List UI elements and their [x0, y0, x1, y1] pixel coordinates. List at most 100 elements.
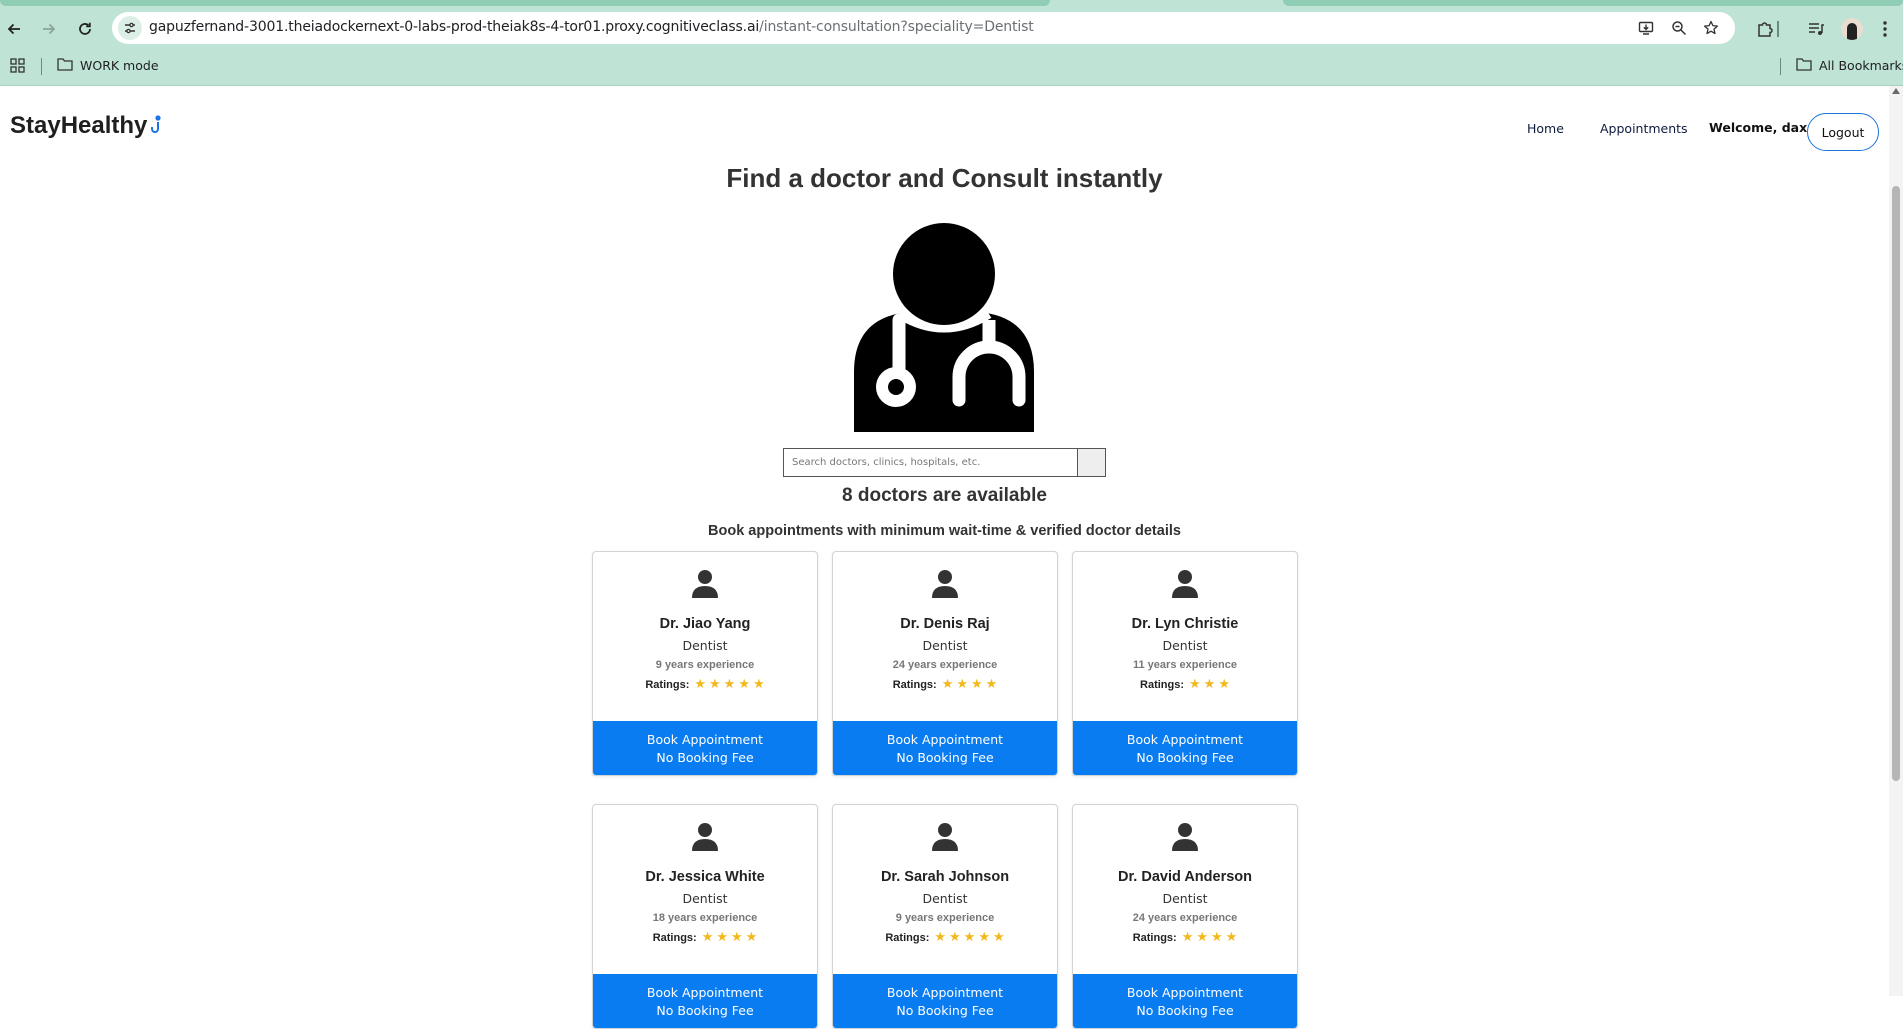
- doctor-speciality: Dentist: [682, 891, 728, 906]
- profile-avatar[interactable]: [1839, 16, 1865, 42]
- doctor-card: Dr. Lyn Christie Dentist 11 years experi…: [1072, 551, 1298, 776]
- tab-indicator: [1283, 0, 1903, 6]
- zoom-icon[interactable]: [1668, 17, 1690, 39]
- booking-fee-label: No Booking Fee: [1136, 1003, 1234, 1018]
- bookmark-folder-label: WORK mode: [80, 58, 159, 73]
- star-icon: ★: [963, 930, 976, 945]
- user-icon: [1170, 822, 1200, 856]
- star-icon: ★: [1181, 930, 1194, 945]
- page-scrollbar[interactable]: [1889, 86, 1903, 996]
- star-icon: ★: [701, 930, 714, 945]
- site-navbar: StayHealthy Home Appointments Welcome, d…: [0, 87, 1903, 167]
- doctor-card: Dr. Jiao Yang Dentist 9 years experience…: [592, 551, 818, 776]
- url-text[interactable]: gapuzfernand-3001.theiadockernext-0-labs…: [149, 19, 1034, 35]
- rating-label: Ratings:: [892, 678, 937, 691]
- doctor-experience: 9 years experience: [655, 659, 755, 671]
- star-icon: ★: [738, 677, 750, 692]
- doctor-name: Dr. Denis Raj: [900, 616, 990, 632]
- doctor-speciality: Dentist: [922, 891, 968, 906]
- star-icon: ★: [971, 677, 983, 692]
- rating-label: Ratings:: [645, 678, 690, 691]
- install-app-icon[interactable]: [1635, 17, 1657, 39]
- star-icon: ★: [709, 677, 721, 692]
- doctor-experience: 18 years experience: [652, 912, 758, 924]
- reload-icon[interactable]: [72, 16, 98, 42]
- rating-label: Ratings:: [1140, 678, 1185, 691]
- book-appointment-label: Book Appointment: [1126, 985, 1244, 1000]
- rating-label: Ratings:: [885, 931, 930, 944]
- doctor-icon: [849, 219, 1039, 436]
- book-appointment-button[interactable]: Book Appointment No Booking Fee: [593, 974, 817, 1028]
- apps-grid-icon[interactable]: [10, 58, 25, 73]
- user-icon: [930, 822, 960, 856]
- star-icon: ★: [694, 677, 707, 692]
- doctor-experience: 9 years experience: [895, 912, 995, 924]
- rating-label: Ratings:: [1132, 931, 1177, 944]
- puzzle-icon[interactable]: [1752, 16, 1778, 42]
- star-icon: ★: [745, 930, 758, 945]
- doctor-card: Dr. David Anderson Dentist 24 years expe…: [1072, 804, 1298, 1029]
- page-subtitle: Book appointments with minimum wait-time…: [708, 523, 1181, 539]
- site-info-icon[interactable]: [118, 16, 142, 40]
- book-appointment-button[interactable]: Book Appointment No Booking Fee: [593, 721, 817, 775]
- book-appointment-button[interactable]: Book Appointment No Booking Fee: [833, 721, 1057, 775]
- doctor-rating: Ratings: ★ ★ ★ ★: [1073, 931, 1297, 944]
- book-appointment-label: Book Appointment: [886, 732, 1004, 747]
- book-appointment-label: Book Appointment: [646, 985, 764, 1000]
- star-icon: ★: [723, 677, 736, 692]
- book-appointment-button[interactable]: Book Appointment No Booking Fee: [1073, 721, 1297, 775]
- rating-label: Ratings:: [652, 931, 697, 944]
- all-bookmarks-button[interactable]: All Bookmarks: [1796, 57, 1903, 74]
- welcome-message: Welcome, dax: [1709, 120, 1808, 135]
- star-icon: ★: [1218, 677, 1230, 692]
- doctor-speciality: Dentist: [922, 638, 968, 653]
- star-icon: ★: [1196, 930, 1208, 945]
- bookmarks-divider: [41, 58, 42, 75]
- brand-logo[interactable]: StayHealthy: [10, 112, 162, 142]
- book-appointment-button[interactable]: Book Appointment No Booking Fee: [833, 974, 1057, 1028]
- url-path: /instant-consultation?speciality=Dentist: [759, 19, 1034, 35]
- kebab-menu-icon[interactable]: [1872, 16, 1898, 42]
- scroll-up-arrow[interactable]: [1892, 88, 1900, 94]
- star-icon[interactable]: [1700, 17, 1722, 39]
- brand-name: StayHealthy: [10, 112, 148, 139]
- doctors-count: 8 doctors are available: [842, 485, 1047, 506]
- scrollbar-thumb[interactable]: [1892, 186, 1900, 781]
- nav-appointments-link[interactable]: Appointments: [1600, 121, 1688, 136]
- search-input[interactable]: [783, 448, 1078, 477]
- doctor-name: Dr. Jessica White: [645, 869, 765, 885]
- arrow-left-icon[interactable]: [1, 16, 27, 42]
- doctor-name: Dr. Sarah Johnson: [880, 869, 1010, 885]
- folder-icon: [1796, 57, 1812, 74]
- bookmark-folder-work-mode[interactable]: WORK mode: [57, 57, 159, 74]
- media-controls-icon[interactable]: [1803, 16, 1829, 42]
- bookmarks-divider: [1780, 58, 1781, 75]
- doctor-rating: Ratings: ★ ★ ★ ★: [833, 678, 1057, 691]
- doctor-name: Dr. Jiao Yang: [659, 616, 751, 632]
- star-icon: ★: [934, 930, 947, 945]
- star-icon: ★: [985, 677, 998, 692]
- user-icon: [690, 569, 720, 603]
- star-icon: ★: [941, 677, 954, 692]
- user-icon: [690, 822, 720, 856]
- star-icon: ★: [978, 930, 990, 945]
- bookmarks-bar: WORK mode All Bookmarks: [0, 46, 1903, 86]
- arrow-right-icon[interactable]: [36, 16, 62, 42]
- booking-fee-label: No Booking Fee: [896, 1003, 994, 1018]
- nav-home-link[interactable]: Home: [1527, 121, 1564, 136]
- toolbar-divider: [1777, 21, 1779, 37]
- browser-toolbar: gapuzfernand-3001.theiadockernext-0-labs…: [0, 12, 1903, 46]
- doctor-experience: 11 years experience: [1133, 659, 1237, 671]
- active-tab-indicator: [0, 0, 1050, 6]
- star-icon: ★: [1211, 930, 1223, 945]
- star-icon: ★: [949, 930, 961, 945]
- book-appointment-button[interactable]: Book Appointment No Booking Fee: [1073, 974, 1297, 1028]
- star-icon: ★: [752, 677, 765, 692]
- book-appointment-label: Book Appointment: [886, 985, 1004, 1000]
- star-icon: ★: [956, 677, 968, 692]
- search-button[interactable]: [1078, 448, 1106, 477]
- address-bar[interactable]: gapuzfernand-3001.theiadockernext-0-labs…: [112, 12, 1735, 44]
- logout-button[interactable]: Logout: [1807, 113, 1879, 151]
- book-appointment-label: Book Appointment: [646, 732, 764, 747]
- doctor-experience: 24 years experience: [892, 659, 998, 671]
